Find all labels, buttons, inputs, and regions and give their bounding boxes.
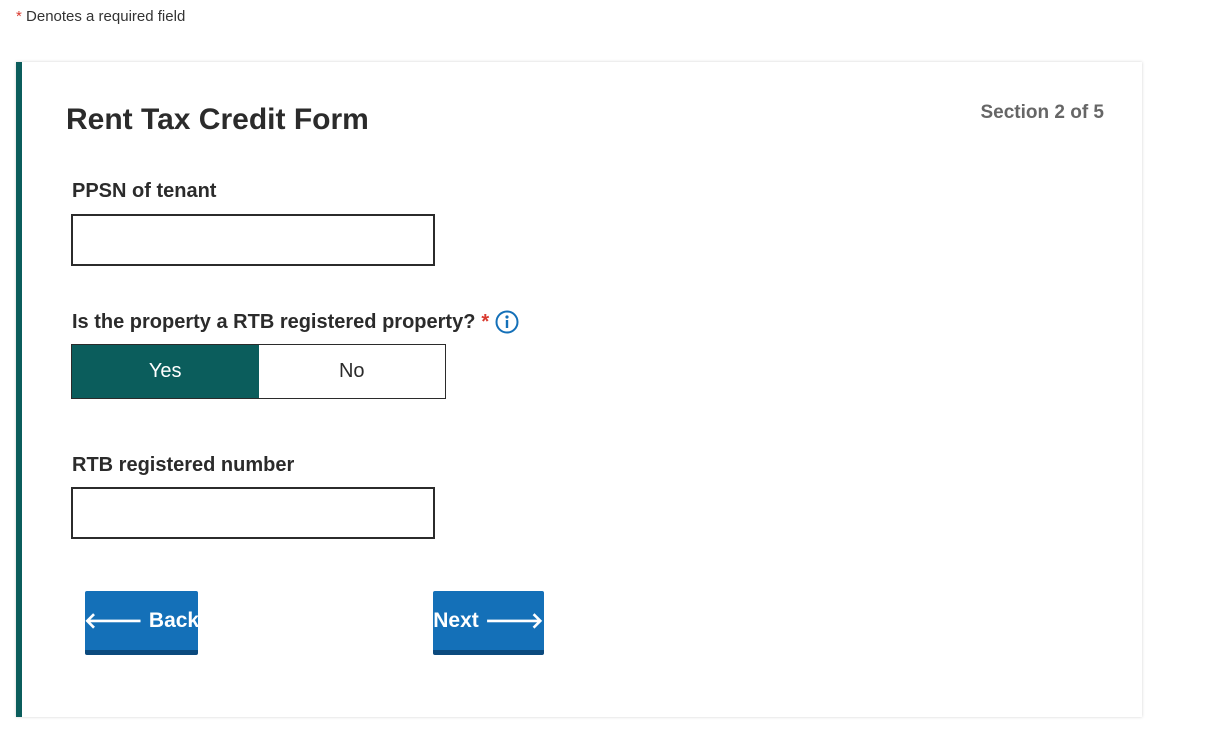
form-title: Rent Tax Credit Form <box>66 103 369 136</box>
back-button[interactable]: 🡐 Back <box>83 591 200 655</box>
ppsn-input[interactable] <box>71 214 435 266</box>
next-button[interactable]: Next 🡒 <box>433 591 544 655</box>
arrow-right-icon: 🡒 <box>484 607 544 633</box>
rtb-question: Is the property a RTB registered propert… <box>72 310 519 334</box>
section-indicator: Section 2 of 5 <box>980 102 1104 123</box>
rtb-number-input[interactable] <box>71 487 435 539</box>
next-button-label: Next <box>433 608 479 632</box>
info-circle-icon[interactable] <box>495 310 519 334</box>
rtb-yes-no-toggle: Yes No <box>71 344 446 399</box>
required-field-note: * Denotes a required field <box>16 8 185 25</box>
rtb-number-label: RTB registered number <box>72 454 295 476</box>
toggle-option-yes[interactable]: Yes <box>72 345 259 398</box>
back-button-label: Back <box>148 608 200 632</box>
toggle-option-no[interactable]: No <box>258 345 445 398</box>
required-star: * <box>481 310 490 333</box>
rtb-question-label: Is the property a RTB registered propert… <box>72 310 476 333</box>
form-card: Rent Tax Credit Form Section 2 of 5 PPSN… <box>16 62 1142 717</box>
required-star: * <box>16 8 22 25</box>
required-note-text: Denotes a required field <box>26 8 186 25</box>
ppsn-label: PPSN of tenant <box>72 180 217 202</box>
arrow-left-icon: 🡐 <box>83 607 143 633</box>
